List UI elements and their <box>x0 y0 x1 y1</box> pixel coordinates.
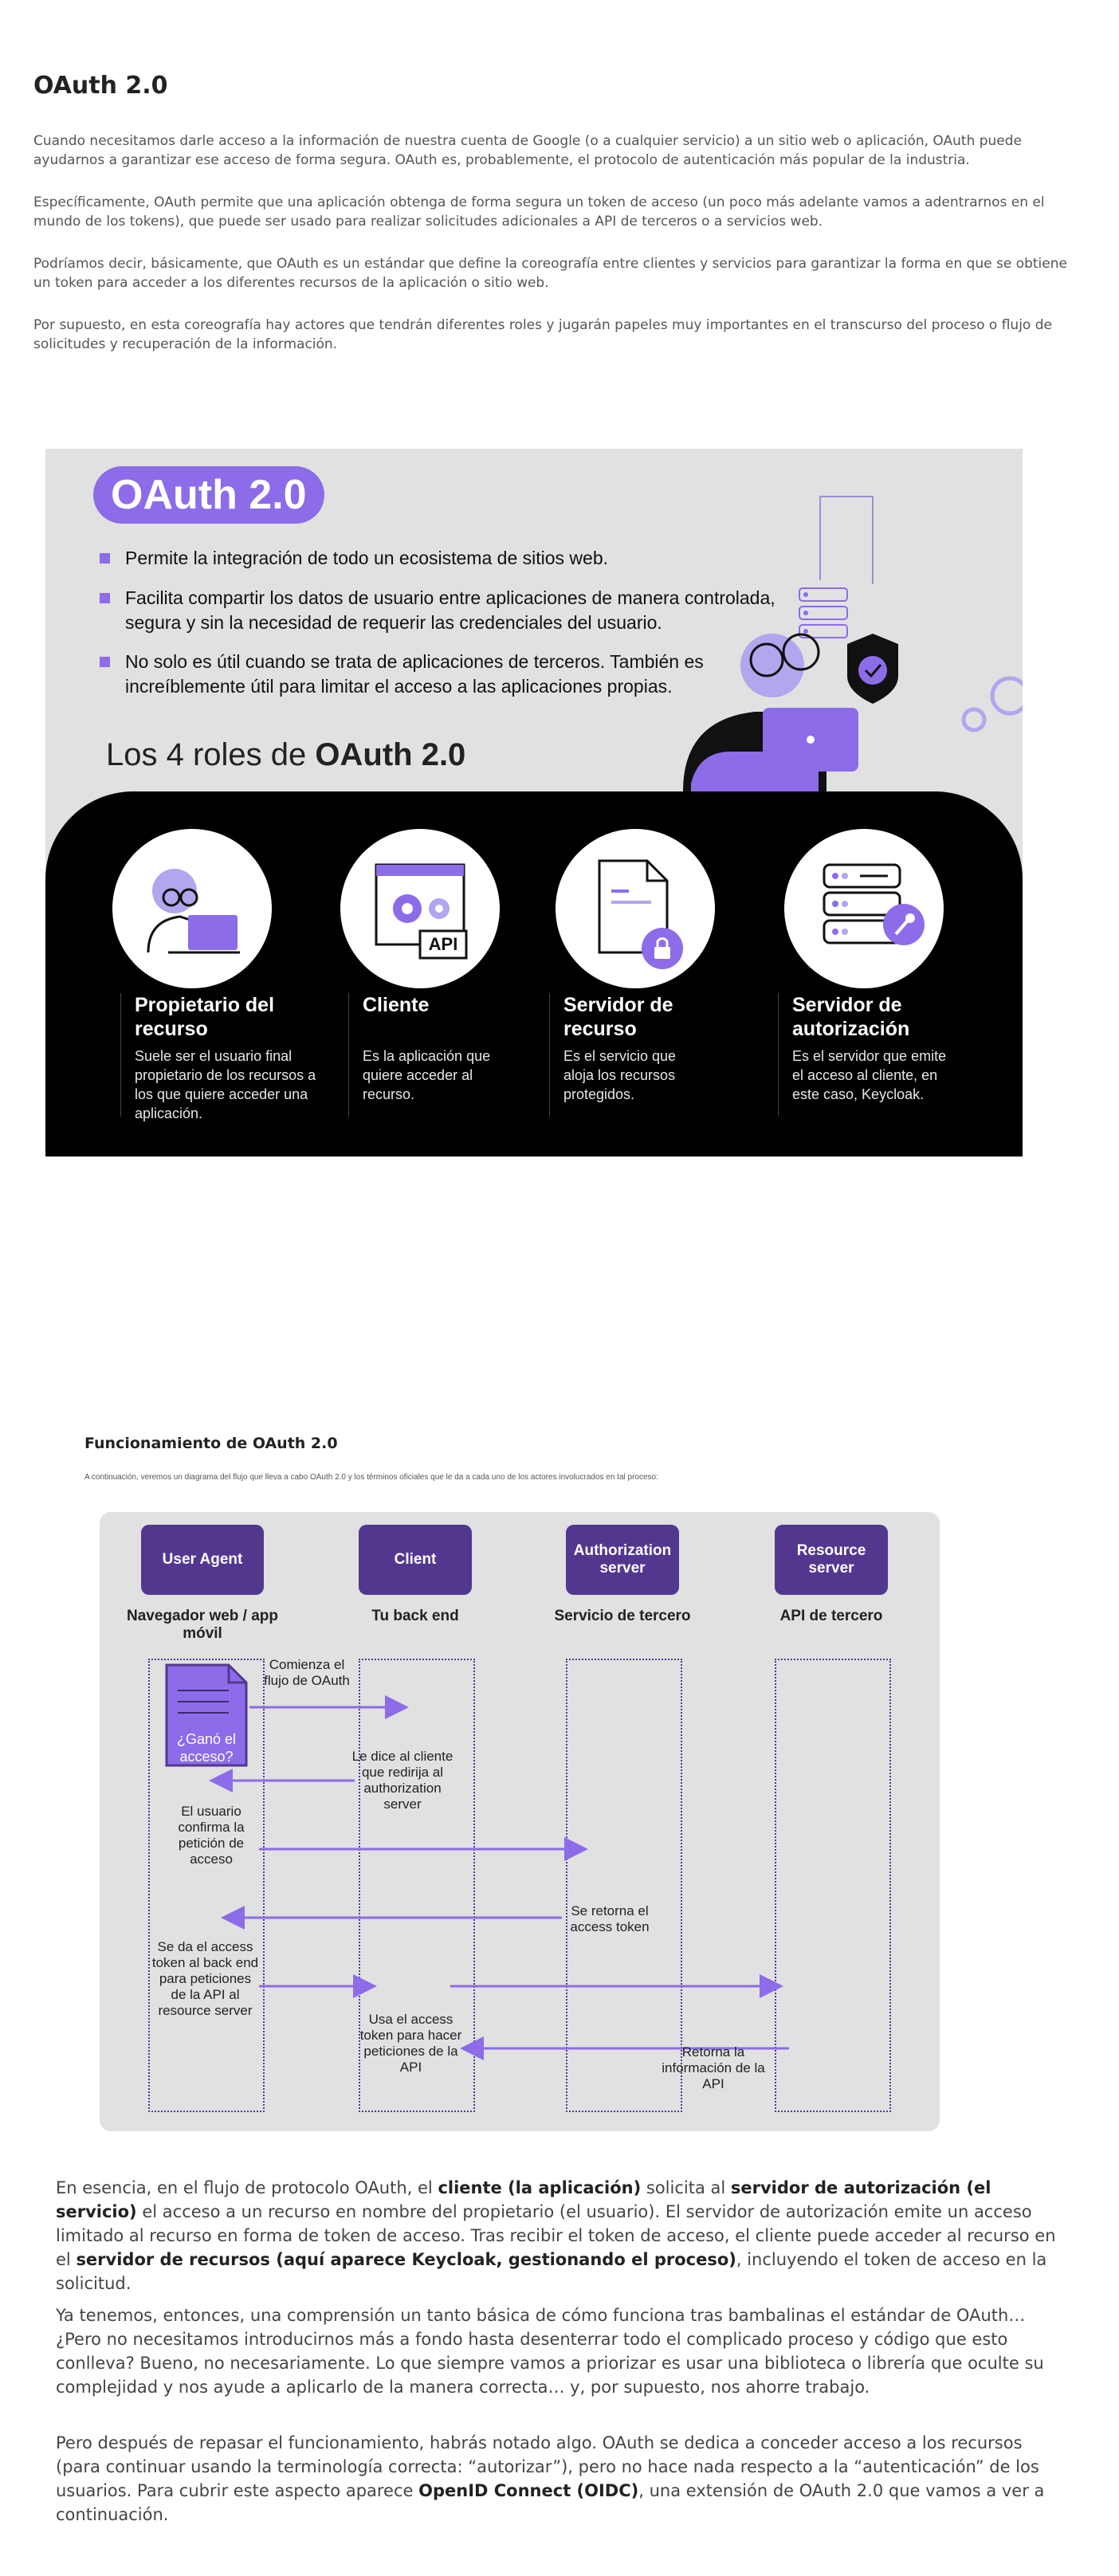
role-divider <box>778 993 779 1117</box>
intro-paragraph-4: Por supuesto, en esta coreografía hay ac… <box>33 317 1052 352</box>
api-window-icon <box>375 863 468 960</box>
msg-use-token: Usa el access token para hacer peticione… <box>359 2012 462 2075</box>
developer-illustration <box>683 496 1023 791</box>
role-divider <box>120 993 121 1117</box>
api-label: API <box>428 934 458 954</box>
msg-token-returned: Se retorna el access token <box>570 1903 650 1934</box>
role-title-resource-server: Servidor de recurso <box>563 994 673 1040</box>
server-key-icon <box>823 863 925 945</box>
msg-redirect: Le dice al cliente que redirija al autho… <box>351 1749 453 1812</box>
body-paragraph-3: Pero después de repasar el funcionamient… <box>56 2433 1045 2524</box>
role-title-auth-server: Servidor de autorización <box>792 994 910 1040</box>
role-desc-owner: Suele ser el usuario final propietario d… <box>135 1048 316 1121</box>
intro-paragraph-3: Podríamos decir, básicamente, que OAuth … <box>33 256 1067 291</box>
role-divider <box>549 993 550 1117</box>
oauth-infographic: OAuth 2.0 Permite la integración de todo… <box>45 449 1023 1156</box>
body-paragraph-1: En esencia, en el flujo de protocolo OAu… <box>56 2178 1056 2293</box>
flow-title: Funcionamiento de OAuth 2.0 <box>84 1435 338 1452</box>
resource-owner-icon <box>147 869 240 954</box>
role-circle-owner <box>112 829 272 988</box>
role-divider <box>348 993 349 1117</box>
intro-paragraph-1: Cuando necesitamos darle acceso a la inf… <box>33 133 1023 168</box>
role-title-client: Cliente <box>363 994 430 1016</box>
msg-token-to-backend: Se da el access token al back end para p… <box>151 1939 259 2018</box>
roles-title: Los 4 roles de OAuth 2.0 <box>106 737 466 772</box>
role-title-owner: Propietario del recurso <box>135 994 275 1040</box>
role-circle-resource-server <box>556 829 715 988</box>
body-paragraph-2: Ya tenemos, entonces, una comprensión un… <box>56 2306 1044 2397</box>
page-title: OAuth 2.0 <box>33 72 168 100</box>
msg-user-confirms: El usuario confirma la petición de acces… <box>178 1804 245 1867</box>
locked-document-icon <box>598 859 683 969</box>
role-desc-client: Es la aplicación que quiere acceder al r… <box>363 1048 491 1102</box>
role-desc-resource-server: Es el servicio que aloja los recursos pr… <box>563 1048 677 1102</box>
role-circle-auth-server <box>784 829 944 988</box>
msg-start-flow: Comienza el flujo de OAuth <box>264 1657 350 1688</box>
oauth-badge: OAuth 2.0 <box>93 466 324 524</box>
msg-return-info: Retorna la información de la API <box>662 2044 765 2091</box>
role-desc-auth-server: Es el servidor que emite el acceso al cl… <box>792 1048 947 1102</box>
flow-diagram: User Agent Client Authorization server R… <box>100 1512 940 2131</box>
role-circle-client: API <box>340 829 500 988</box>
flow-subtitle: A continuación, veremos un diagrama del … <box>84 1473 658 1482</box>
intro-paragraph-2: Específicamente, OAuth permite que una a… <box>33 194 1045 230</box>
